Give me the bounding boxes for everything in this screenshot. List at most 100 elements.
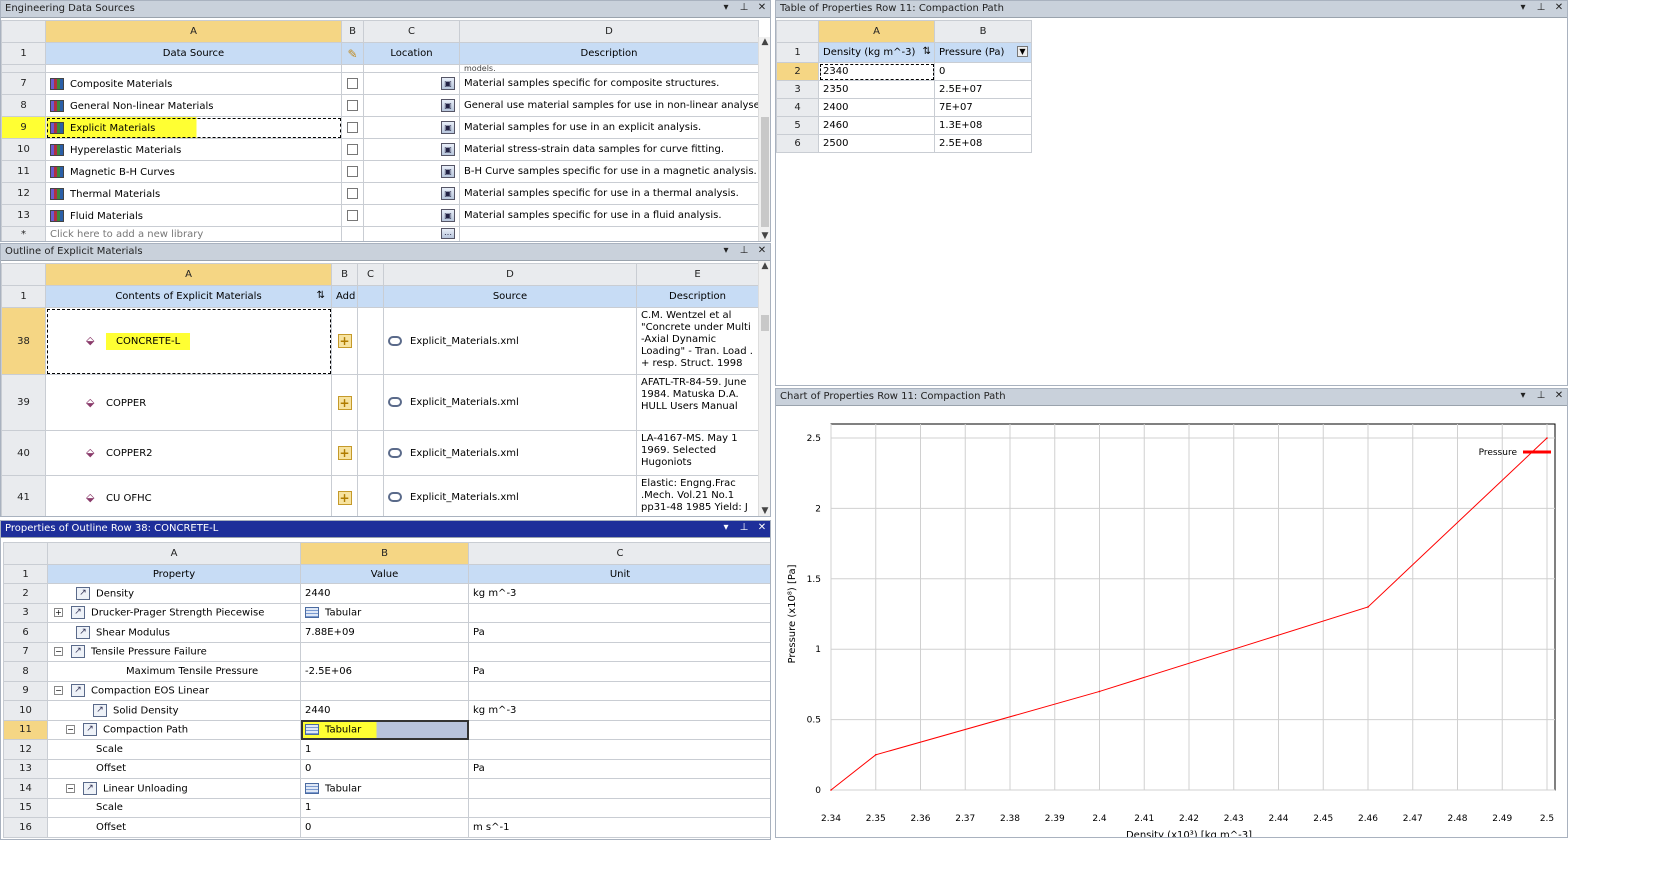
property-value-cell[interactable]: 0 — [300, 758, 469, 779]
pressure-cell[interactable]: 2.5E+07 — [934, 80, 1032, 99]
table-row[interactable]: 41 ⬙ CU OFHC + Explicit_Materials.xml Elastic… — [1, 475, 759, 516]
property-value-cell[interactable]: Tabular — [300, 602, 469, 623]
library-checkbox[interactable] — [347, 209, 358, 221]
property-unit[interactable] — [468, 778, 770, 799]
table-row[interactable]: 2 2340 0 — [776, 62, 1032, 81]
location-cell[interactable]: ▣ — [363, 160, 460, 183]
property-value-cell[interactable]: 1 — [300, 739, 469, 760]
new-library-input[interactable]: Click here to add a new library — [45, 226, 342, 241]
column-header-d[interactable]: D — [459, 20, 759, 43]
close-icon[interactable]: ✕ — [757, 2, 767, 13]
property-name-cell[interactable]: Maximum Tensile Pressure — [47, 661, 301, 682]
browse-icon[interactable]: ▣ — [441, 77, 455, 90]
property-unit[interactable]: Pa — [468, 661, 770, 682]
location-cell[interactable]: … — [363, 226, 460, 241]
browse-icon[interactable]: ▣ — [441, 187, 455, 200]
pressure-cell[interactable]: 1.3E+08 — [934, 116, 1032, 135]
property-name-cell[interactable]: − ↗ Compaction Path — [47, 719, 301, 740]
property-value-cell[interactable]: 0 — [300, 817, 469, 838]
collapse-icon[interactable]: − — [66, 725, 75, 735]
table-row[interactable]: 40 ⬙ COPPER2 + Explicit_Materials.xml LA-4167… — [1, 430, 759, 476]
property-unit[interactable] — [468, 719, 770, 740]
property-unit[interactable] — [468, 602, 770, 623]
data-source-cell[interactable]: Thermal Materials — [45, 182, 342, 205]
library-checkbox[interactable] — [347, 121, 358, 133]
close-icon[interactable]: ✕ — [1554, 390, 1564, 401]
scroll-up-icon[interactable]: ▲ — [759, 37, 770, 49]
property-value-cell[interactable]: -2.5E+06 — [300, 661, 469, 682]
library-checkbox[interactable] — [347, 143, 358, 155]
property-unit[interactable] — [468, 641, 770, 662]
vertical-scrollbar[interactable]: ▲ ▼ — [758, 261, 770, 516]
property-name-cell[interactable]: Offset — [47, 758, 301, 779]
expand-icon[interactable]: + — [54, 608, 63, 618]
add-cell[interactable]: + — [331, 374, 358, 431]
column-header-d[interactable]: D — [383, 263, 637, 286]
sort-icon[interactable]: ⇅ — [317, 290, 325, 301]
density-cell[interactable]: 2400 — [818, 98, 935, 117]
property-row[interactable]: 10 ↗ Solid Density 2440 kg m^-3 — [3, 700, 770, 721]
property-row[interactable]: 11 − ↗ Compaction Path Tabular — [3, 719, 770, 740]
library-checkbox[interactable] — [347, 165, 358, 177]
pin-icon[interactable]: ⊥ — [1536, 2, 1546, 13]
property-name-cell[interactable]: − ↗ Linear Unloading — [47, 778, 301, 799]
property-row[interactable]: 6 ↗ Shear Modulus 7.88E+09 Pa — [3, 622, 770, 643]
density-cell[interactable]: 2500 — [818, 134, 935, 153]
browse-icon[interactable]: ▣ — [441, 121, 455, 134]
close-icon[interactable]: ✕ — [757, 522, 767, 533]
property-row[interactable]: 12 Scale 1 — [3, 739, 770, 760]
location-cell[interactable]: ▣ — [363, 204, 460, 227]
column-header-a[interactable]: A — [47, 542, 301, 565]
property-unit[interactable]: Pa — [468, 622, 770, 643]
property-unit[interactable]: kg m^-3 — [468, 700, 770, 721]
density-cell[interactable]: 2340 — [818, 62, 935, 81]
property-unit[interactable]: m s^-1 — [468, 817, 770, 838]
location-cell[interactable]: ▣ — [363, 72, 460, 95]
property-row[interactable]: 7− ↗ Tensile Pressure Failure — [3, 641, 770, 662]
edit-icon[interactable]: ✎ — [341, 42, 364, 65]
property-value-cell[interactable]: Tabular — [300, 719, 469, 740]
data-source-cell[interactable]: General Non-linear Materials — [45, 94, 342, 117]
browse-icon[interactable]: ▣ — [441, 165, 455, 178]
checkbox-cell[interactable] — [341, 160, 364, 183]
pressure-cell[interactable]: 2.5E+08 — [934, 134, 1032, 153]
table-row[interactable]: 10 Hyperelastic Materials ▣ Material stress… — [1, 138, 759, 161]
property-unit[interactable]: kg m^-3 — [468, 583, 770, 604]
property-row[interactable]: 16 Offset 0 m s^-1 — [3, 817, 770, 838]
close-icon[interactable]: ✕ — [1554, 2, 1564, 13]
library-checkbox[interactable] — [347, 187, 358, 199]
checkbox-cell[interactable] — [341, 72, 364, 95]
checkbox-cell[interactable] — [341, 116, 364, 139]
property-name-cell[interactable]: + ↗ Drucker-Prager Strength Piecewise — [47, 602, 301, 623]
checkbox-cell[interactable] — [341, 182, 364, 205]
column-header-c[interactable]: C — [357, 263, 384, 286]
density-header[interactable]: Density (kg m^-3) ⇅ — [818, 42, 935, 63]
collapse-icon[interactable]: − — [54, 647, 63, 657]
property-row[interactable]: 9− ↗ Compaction EOS Linear — [3, 680, 770, 701]
pin-icon[interactable]: ⊥ — [739, 245, 749, 256]
table-row[interactable]: 38 ⬙ CONCRETE-L + Explicit_Materials.xml C.M.… — [1, 307, 759, 375]
property-name-cell[interactable]: Scale — [47, 739, 301, 760]
pin-icon[interactable]: ⊥ — [739, 2, 749, 13]
dropdown-icon[interactable]: ▾ — [721, 522, 731, 533]
property-unit[interactable] — [468, 739, 770, 760]
table-row[interactable]: 11 Magnetic B-H Curves ▣ B-H Curve samples … — [1, 160, 759, 183]
data-source-cell[interactable]: Explicit Materials — [45, 116, 342, 139]
property-name-cell[interactable]: ↗ Shear Modulus — [47, 622, 301, 643]
column-header-a[interactable]: A — [45, 263, 332, 286]
dropdown-icon[interactable]: ▼ — [1017, 46, 1028, 57]
pressure-cell[interactable]: 7E+07 — [934, 98, 1032, 117]
property-unit[interactable]: Pa — [468, 758, 770, 779]
property-name-cell[interactable]: ↗ Density — [47, 583, 301, 604]
pressure-header[interactable]: Pressure (Pa) ▼ — [934, 42, 1032, 63]
vertical-scrollbar[interactable]: ▲ ▼ — [758, 37, 770, 241]
browse-icon[interactable]: ▣ — [441, 143, 455, 156]
table-row[interactable]: 8 General Non-linear Materials ▣ General us… — [1, 94, 759, 117]
new-library-row[interactable]: * Click here to add a new library… — [1, 226, 759, 241]
material-cell[interactable]: ⬙ COPPER — [45, 374, 332, 431]
property-name-cell[interactable]: ↗ Solid Density — [47, 700, 301, 721]
property-row[interactable]: 13 Offset 0 Pa — [3, 758, 770, 779]
property-value-cell[interactable]: 2440 — [300, 583, 469, 604]
table-row[interactable]: 39 ⬙ COPPER + Explicit_Materials.xml AFATL-TR… — [1, 374, 759, 431]
scroll-down-icon[interactable]: ▼ — [759, 506, 770, 516]
